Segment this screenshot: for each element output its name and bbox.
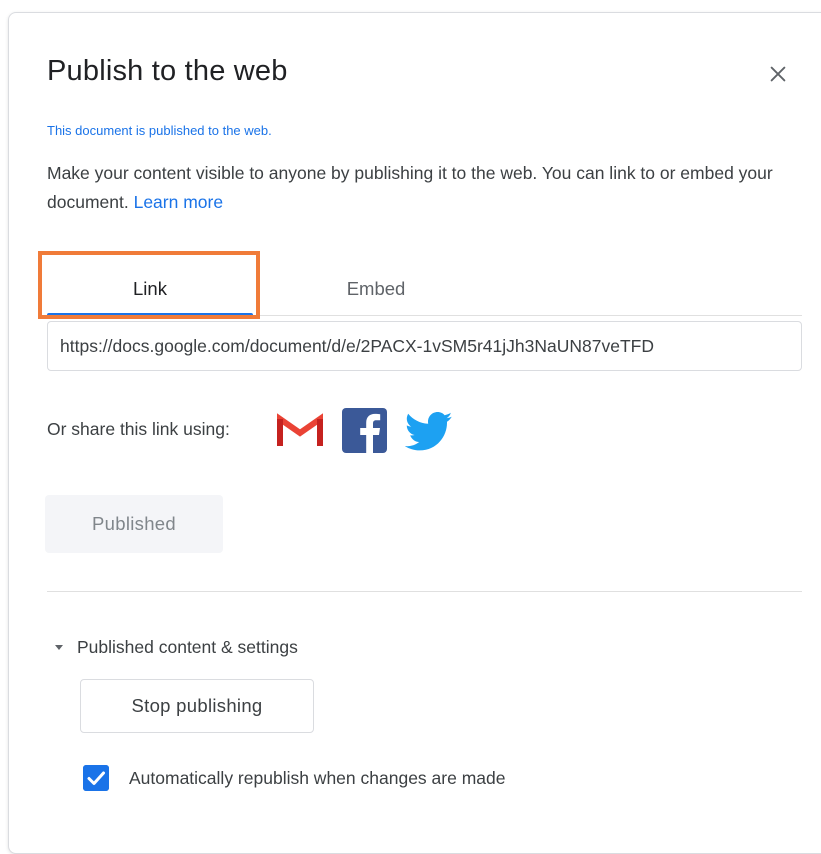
tab-link[interactable]: Link — [47, 263, 253, 316]
published-button[interactable]: Published — [45, 495, 223, 553]
learn-more-link[interactable]: Learn more — [134, 192, 224, 212]
stop-publishing-button[interactable]: Stop publishing — [80, 679, 314, 733]
publish-tabs: Link Embed — [47, 263, 802, 316]
published-settings-label: Published content & settings — [77, 636, 298, 657]
share-link-label: Or share this link using: — [47, 419, 230, 439]
published-status-message: This document is published to the web. — [47, 123, 272, 138]
dialog-title: Publish to the web — [47, 55, 288, 87]
dialog-description: Make your content visible to anyone by p… — [47, 159, 792, 217]
gmail-icon[interactable] — [277, 413, 323, 449]
published-url-field[interactable] — [47, 321, 802, 371]
twitter-icon[interactable] — [405, 411, 453, 453]
publish-dialog: Publish to the web This document is publ… — [8, 12, 821, 854]
auto-republish-checkbox[interactable] — [83, 765, 109, 791]
close-icon[interactable] — [767, 63, 789, 85]
published-settings-toggle[interactable]: Published content & settings — [55, 633, 298, 661]
tab-embed[interactable]: Embed — [273, 263, 479, 315]
section-divider — [47, 591, 802, 592]
facebook-icon[interactable] — [342, 408, 387, 453]
auto-republish-label[interactable]: Automatically republish when changes are… — [129, 765, 505, 791]
caret-down-icon — [55, 644, 63, 650]
